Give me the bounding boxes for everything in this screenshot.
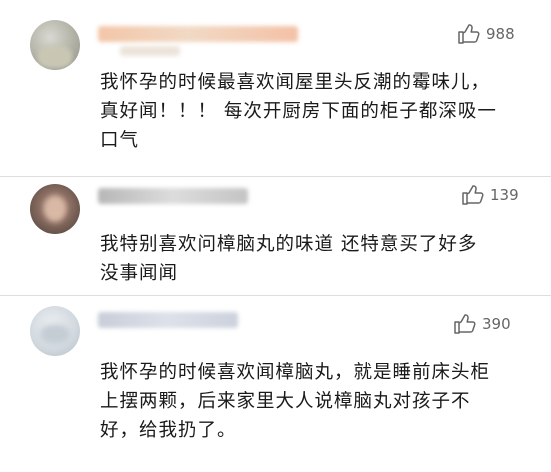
username-blurred[interactable]	[98, 26, 298, 42]
thumbs-up-icon	[458, 24, 480, 44]
comment-text-line: 好，给我扔了。	[100, 420, 237, 441]
user-avatar[interactable]	[30, 20, 80, 70]
comment-item: 988 我怀孕的时候最喜欢闻屋里头反潮的霉味儿， 真好闻！！！ 每次开厨房下面的…	[0, 0, 551, 176]
comment-item: 390 我怀孕的时候喜欢闻樟脑丸，就是睡前床头柜 上摆两颗，后来家里大人说樟脑丸…	[0, 296, 551, 472]
comment-text-line: 我怀孕的时候最喜欢闻屋里头反潮的霉味儿，	[100, 72, 491, 93]
comment-text-line: 上摆两颗，后来家里大人说樟脑丸对孩子不	[100, 391, 471, 412]
like-count: 988	[486, 25, 515, 43]
comment-text: 我特别喜欢问樟脑丸的味道 还特意买了好多 没事闻闻	[100, 230, 520, 288]
comment-text-line: 口气	[100, 130, 140, 151]
username-blurred[interactable]	[98, 312, 238, 328]
like-count: 139	[490, 186, 519, 204]
like-button[interactable]: 139	[462, 185, 519, 205]
username-blurred[interactable]	[98, 188, 248, 204]
user-avatar[interactable]	[30, 184, 80, 234]
thumbs-up-icon	[462, 185, 484, 205]
user-meta-blurred	[120, 46, 180, 56]
comment-text-line: 我怀孕的时候喜欢闻樟脑丸，就是睡前床头柜	[100, 362, 491, 383]
comment-text: 我怀孕的时候喜欢闻樟脑丸，就是睡前床头柜 上摆两颗，后来家里大人说樟脑丸对孩子不…	[100, 358, 520, 445]
comment-text-line: 没事闻闻	[100, 263, 179, 284]
comment-text: 我怀孕的时候最喜欢闻屋里头反潮的霉味儿， 真好闻！！！ 每次开厨房下面的柜子都深…	[100, 68, 520, 155]
like-button[interactable]: 988	[458, 24, 515, 44]
comment-text-line: 我特别喜欢问樟脑丸的味道 还特意买了好多	[100, 234, 478, 255]
comment-item: 139 我特别喜欢问樟脑丸的味道 还特意买了好多 没事闻闻	[0, 177, 551, 295]
thumbs-up-icon	[454, 314, 476, 334]
comment-text-line: 真好闻！！！ 每次开厨房下面的柜子都深吸一	[100, 101, 497, 122]
like-button[interactable]: 390	[454, 314, 511, 334]
like-count: 390	[482, 315, 511, 333]
user-avatar[interactable]	[30, 306, 80, 356]
comment-feed: 988 我怀孕的时候最喜欢闻屋里头反潮的霉味儿， 真好闻！！！ 每次开厨房下面的…	[0, 0, 551, 472]
